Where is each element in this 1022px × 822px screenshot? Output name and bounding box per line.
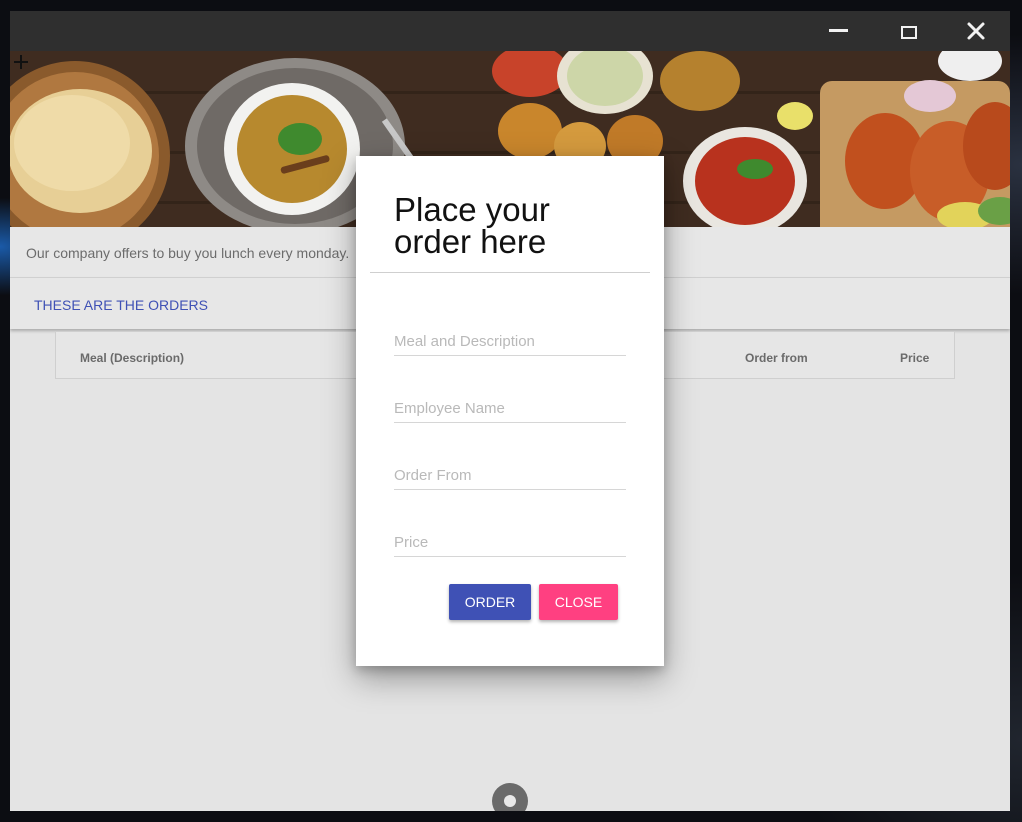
maximize-button[interactable] (883, 11, 933, 51)
title-bar (10, 11, 1010, 51)
price-input[interactable] (394, 528, 626, 557)
column-header-order-from: Order from (745, 351, 808, 365)
dialog-title: Place your order here (394, 191, 550, 260)
column-header-meal: Meal (Description) (80, 351, 185, 365)
dialog-divider (370, 272, 650, 273)
close-icon (967, 22, 985, 40)
order-dialog: Place your order here ORDER CLOSE (356, 156, 664, 666)
employee-name-input[interactable] (394, 394, 626, 423)
intro-text: Our company offers to buy you lunch ever… (26, 245, 350, 261)
order-from-input[interactable] (394, 461, 626, 490)
maximize-icon (901, 26, 917, 39)
app-window: Our company offers to buy you lunch ever… (10, 11, 1010, 811)
close-dialog-button[interactable]: CLOSE (539, 584, 618, 620)
orders-link[interactable]: THESE ARE THE ORDERS (34, 297, 208, 313)
add-icon[interactable] (10, 51, 32, 73)
scroll-handle[interactable] (492, 783, 528, 811)
meal-description-input[interactable] (394, 327, 626, 356)
close-window-button[interactable] (951, 11, 1001, 51)
minimize-button[interactable] (813, 11, 863, 51)
order-button[interactable]: ORDER (449, 584, 531, 620)
minimize-icon (829, 29, 848, 32)
column-header-price: Price (900, 351, 930, 365)
